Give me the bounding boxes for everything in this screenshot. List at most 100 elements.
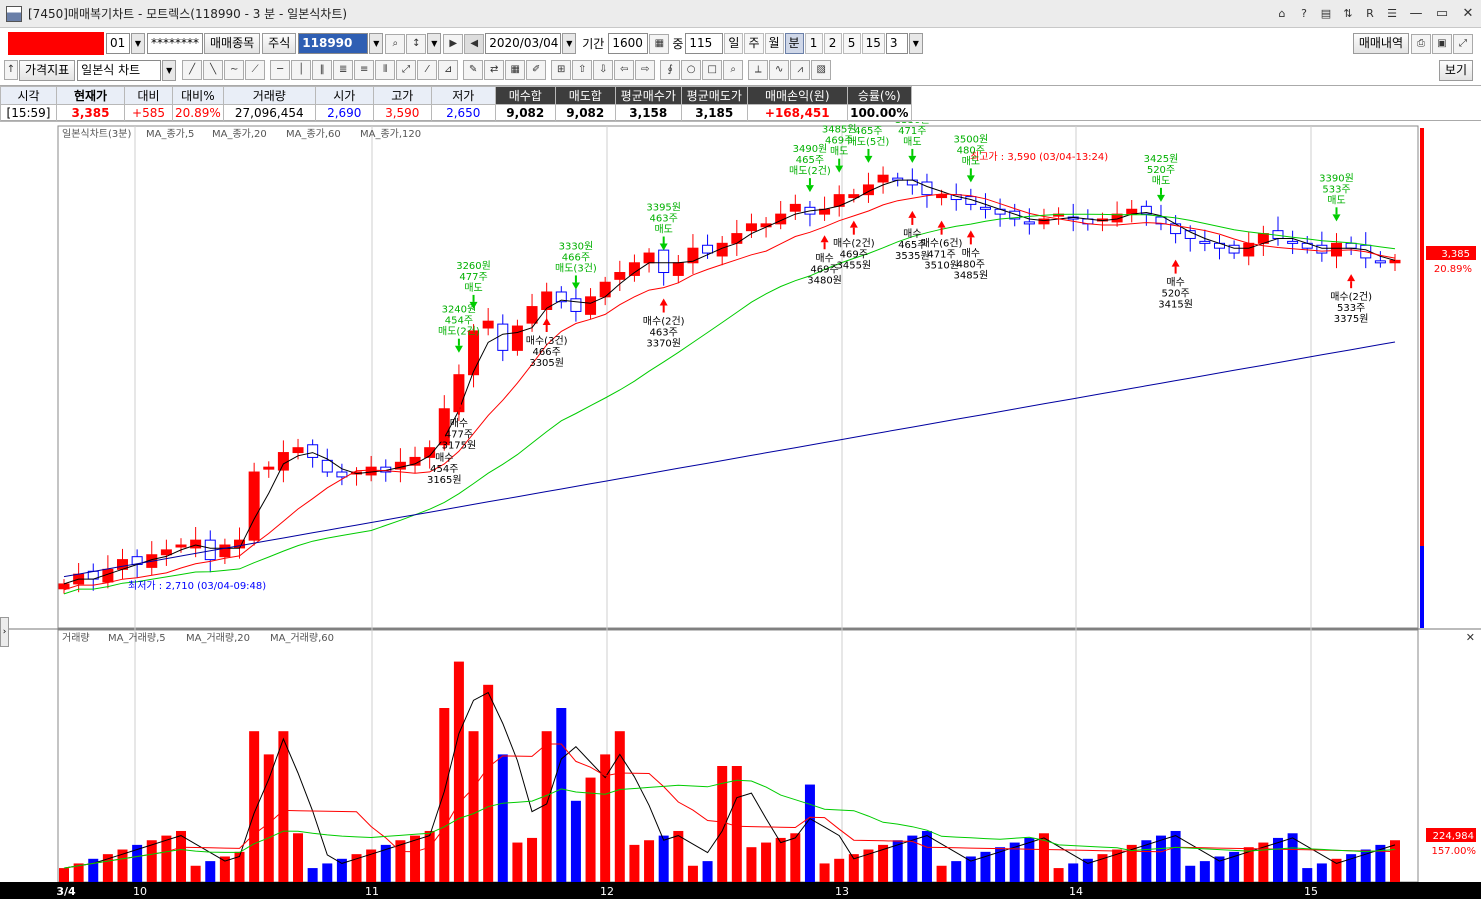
- draw-rect-icon[interactable]: □: [702, 60, 723, 80]
- maximize-icon[interactable]: ▭: [1429, 0, 1455, 28]
- help-icon[interactable]: ?: [1296, 6, 1312, 22]
- market-button[interactable]: 주식: [262, 33, 297, 54]
- buy-qty: 480주: [957, 259, 985, 270]
- print-icon[interactable]: ⎙: [1411, 33, 1431, 54]
- draw-pen-icon[interactable]: ✎: [463, 60, 484, 80]
- draw-perpendicular-icon[interactable]: ⟂: [748, 60, 769, 80]
- chart-type-select[interactable]: 일본식 차트: [77, 59, 162, 81]
- draw-vline-icon[interactable]: │: [291, 60, 312, 80]
- minute-input[interactable]: 3: [885, 33, 908, 54]
- draw-left-icon[interactable]: ⇦: [614, 60, 635, 80]
- candle-body: [190, 539, 202, 549]
- draw-down-icon[interactable]: ⇩: [593, 60, 614, 80]
- calendar-icon[interactable]: ▦: [649, 33, 670, 54]
- sort-dropdown-icon[interactable]: ▼: [427, 33, 442, 54]
- title-bar: [7450]매매복기차트 - 모트렉스(118990 - 3 분 - 일본식차트…: [0, 0, 1481, 28]
- close-icon[interactable]: ✕: [1455, 0, 1481, 28]
- tab-day[interactable]: 일: [724, 33, 744, 54]
- chart-type-dropdown-icon[interactable]: ▼: [162, 59, 177, 81]
- draw-zoom-icon[interactable]: ⌕: [723, 60, 744, 80]
- account-dropdown-icon[interactable]: ▼: [131, 33, 145, 54]
- volume-bar: [59, 868, 69, 882]
- quote-header-12: 매매손익(원): [746, 86, 848, 105]
- save-icon[interactable]: ▣: [1432, 33, 1452, 54]
- tab-1min[interactable]: 1: [804, 33, 823, 54]
- draw-triangle-icon[interactable]: ⊿: [438, 60, 459, 80]
- draw-right-icon[interactable]: ⇨: [635, 60, 656, 80]
- period-input[interactable]: 1600: [608, 33, 649, 54]
- draw-box-icon[interactable]: ⊞: [551, 60, 572, 80]
- expand-icon[interactable]: ⤢: [1453, 33, 1473, 54]
- volume-bar: [410, 835, 421, 882]
- draw-diag-line-icon[interactable]: ╲: [203, 60, 224, 80]
- draw-erase-icon[interactable]: ▧: [811, 60, 832, 80]
- tab-5min[interactable]: 5: [842, 33, 861, 54]
- tab-minute[interactable]: 분: [784, 33, 804, 54]
- chart-svg[interactable]: 3/4 10 11 12 13 14 15 일본식차트(3분) MA_종가,5 MA_종가,20 M…: [0, 122, 1481, 899]
- sell-qty: 465주: [854, 126, 882, 137]
- candle-body: [511, 325, 523, 351]
- chart-area[interactable]: 3/4 10 11 12 13 14 15 일본식차트(3분) MA_종가,5 MA_종가,20 M…: [0, 122, 1481, 899]
- indicator-button[interactable]: 가격지표: [19, 59, 76, 81]
- draw-fan-icon[interactable]: ⟋: [245, 60, 266, 80]
- quote-header-11: 평균매도가: [680, 86, 748, 105]
- account-suffix[interactable]: 01: [106, 33, 130, 54]
- minimize-icon[interactable]: —: [1403, 0, 1429, 28]
- account-field[interactable]: [8, 32, 104, 55]
- volume-bar: [1024, 837, 1035, 882]
- date-input[interactable]: 2020/03/04: [485, 33, 562, 54]
- sort-icon[interactable]: ⇅: [1340, 6, 1356, 22]
- code-input[interactable]: 118990: [298, 33, 369, 54]
- play-back-icon[interactable]: ◀: [464, 33, 485, 54]
- volume-legend-item: MA_거래량,60: [270, 632, 334, 644]
- draw-fibo-icon[interactable]: ⦀: [375, 60, 396, 80]
- minute-dropdown-icon[interactable]: ▼: [908, 33, 923, 54]
- layout-icon[interactable]: ▤: [1318, 6, 1334, 22]
- volume-bar: [512, 842, 523, 882]
- draw-channel-icon[interactable]: ‖: [312, 60, 333, 80]
- draw-grid-icon[interactable]: ≣: [333, 60, 354, 80]
- sort-order-icon[interactable]: ↕: [406, 33, 427, 54]
- volume-bar: [790, 833, 801, 882]
- tab-15min[interactable]: 15: [861, 33, 885, 54]
- draw-regression-icon[interactable]: ≡: [354, 60, 375, 80]
- draw-sine-icon[interactable]: ∿: [769, 60, 790, 80]
- window-title: [7450]매매복기차트 - 모트렉스(118990 - 3 분 - 일본식차트…: [28, 7, 348, 21]
- view-button[interactable]: 보기: [1438, 59, 1473, 81]
- side-expand-tab[interactable]: ›: [0, 617, 9, 647]
- draw-swap-icon[interactable]: ⇄: [484, 60, 505, 80]
- draw-cross-icon[interactable]: ⤢: [396, 60, 417, 80]
- draw-hline-icon[interactable]: ─: [270, 60, 291, 80]
- search-icon[interactable]: ⌕: [385, 33, 406, 54]
- history-button[interactable]: 매매내역: [1352, 33, 1409, 54]
- quote-header-6: 고가: [372, 86, 432, 105]
- draw-color-icon[interactable]: ▦: [505, 60, 526, 80]
- play-forward-icon[interactable]: ▶: [443, 33, 464, 54]
- candle-body: [921, 181, 933, 196]
- settings-icon[interactable]: ☰: [1384, 6, 1400, 22]
- draw-up-icon[interactable]: ⇧: [572, 60, 593, 80]
- date-dropdown-icon[interactable]: ▼: [562, 33, 577, 54]
- draw-cycle-icon[interactable]: ∮: [660, 60, 681, 80]
- candle-body: [219, 544, 231, 558]
- stock-button[interactable]: 매매종목: [204, 33, 261, 54]
- draw-wave-icon[interactable]: ∼: [224, 60, 245, 80]
- up-arrow-icon[interactable]: ↑: [4, 60, 18, 80]
- draw-pattern-icon[interactable]: ⩘: [790, 60, 811, 80]
- count-input[interactable]: 115: [685, 33, 724, 54]
- r-icon[interactable]: R: [1362, 6, 1378, 22]
- volume-bar: [483, 684, 494, 882]
- code-dropdown-icon[interactable]: ▼: [369, 33, 384, 54]
- candle-body: [526, 306, 538, 324]
- tab-week[interactable]: 주: [744, 33, 764, 54]
- password-field[interactable]: ********: [147, 33, 203, 54]
- draw-circle-icon[interactable]: ○: [681, 60, 702, 80]
- draw-line-icon[interactable]: ╱: [182, 60, 203, 80]
- candle-body: [643, 252, 655, 264]
- volume-bar: [497, 754, 508, 882]
- tab-month[interactable]: 월: [764, 33, 784, 54]
- pin-icon[interactable]: ⌂: [1274, 6, 1290, 22]
- tab-2min[interactable]: 2: [823, 33, 842, 54]
- draw-brush-icon[interactable]: ✐: [526, 60, 547, 80]
- draw-ray-icon[interactable]: ⁄: [417, 60, 438, 80]
